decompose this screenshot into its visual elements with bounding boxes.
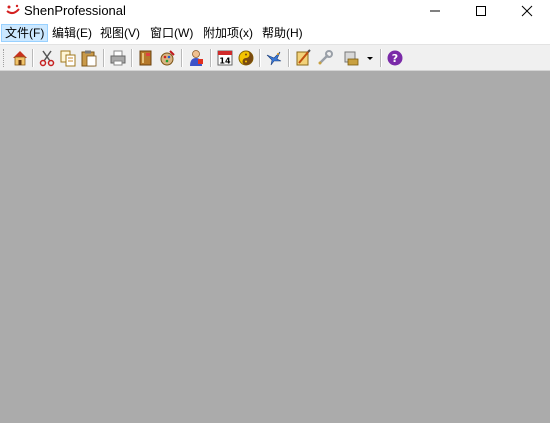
color-palette-icon xyxy=(160,50,175,66)
note-button[interactable] xyxy=(294,49,312,67)
bird-icon xyxy=(266,51,282,66)
help-button[interactable]: ? xyxy=(386,49,404,67)
window-title: ShenProfessional xyxy=(24,3,126,18)
menu-view[interactable]: 视图(V) xyxy=(97,24,143,42)
toolbar-separator xyxy=(32,49,34,67)
copy-button[interactable] xyxy=(59,49,77,67)
menu-help[interactable]: 帮助(H) xyxy=(259,24,306,42)
cut-button[interactable] xyxy=(38,49,56,67)
maximize-button[interactable] xyxy=(458,0,504,22)
calendar-day: 14 xyxy=(219,57,231,66)
paste-icon xyxy=(81,50,97,67)
toolbar-separator xyxy=(210,49,212,67)
toolbar-separator xyxy=(181,49,183,67)
menu-file[interactable]: 文件(F) xyxy=(1,24,49,42)
bird-button[interactable] xyxy=(265,49,283,67)
mdi-client-area[interactable] xyxy=(0,71,550,423)
close-button[interactable] xyxy=(504,0,550,22)
menu-bar: 文件(F) 编辑(E) 视图(V) 窗口(W) 附加项(x) 帮助(H) xyxy=(0,23,550,43)
toolbar-separator xyxy=(288,49,290,67)
toolbar-separator xyxy=(131,49,133,67)
svg-text:?: ? xyxy=(392,52,398,65)
toolbar-separator xyxy=(380,49,382,67)
wrench-button[interactable] xyxy=(316,49,334,67)
maximize-icon xyxy=(476,6,486,16)
note-icon xyxy=(296,49,311,66)
home-button[interactable] xyxy=(11,49,29,67)
app-window: ShenProfessional 文件(F) 编辑(E) 视图(V) 窗口(W)… xyxy=(0,0,550,423)
toolbar-separator xyxy=(259,49,261,67)
palette-button[interactable] xyxy=(158,49,176,67)
person-icon xyxy=(190,50,203,66)
yinyang-button[interactable] xyxy=(237,49,255,67)
toolbar-grip[interactable] xyxy=(3,49,7,67)
book-icon xyxy=(139,50,152,66)
home-icon xyxy=(13,51,27,66)
wrench-icon xyxy=(318,50,333,65)
dropdown-arrow-icon xyxy=(367,57,373,60)
cut-icon xyxy=(39,50,55,67)
menu-window[interactable]: 窗口(W) xyxy=(147,24,196,42)
toolbar-separator xyxy=(103,49,105,67)
paste-button[interactable] xyxy=(80,49,98,67)
menu-edit[interactable]: 编辑(E) xyxy=(49,24,95,42)
copy-icon xyxy=(60,50,76,67)
stamp-icon xyxy=(344,51,359,66)
menu-addons[interactable]: 附加项(x) xyxy=(200,24,256,42)
toolbar-dropdown[interactable] xyxy=(365,49,375,67)
toolbar: 14 ? xyxy=(0,44,550,71)
app-logo-icon xyxy=(6,3,20,17)
minimize-icon xyxy=(430,10,440,12)
print-icon xyxy=(110,50,126,66)
yinyang-icon xyxy=(238,50,254,66)
minimize-button[interactable] xyxy=(412,0,458,22)
close-icon xyxy=(521,5,533,17)
title-bar[interactable]: ShenProfessional xyxy=(0,0,550,22)
stamp-button[interactable] xyxy=(342,49,360,67)
calendar-button[interactable]: 14 xyxy=(216,49,234,67)
help-icon: ? xyxy=(387,50,403,66)
print-button[interactable] xyxy=(109,49,127,67)
calendar-icon: 14 xyxy=(217,50,233,66)
person-button[interactable] xyxy=(187,49,205,67)
book-button[interactable] xyxy=(137,49,155,67)
